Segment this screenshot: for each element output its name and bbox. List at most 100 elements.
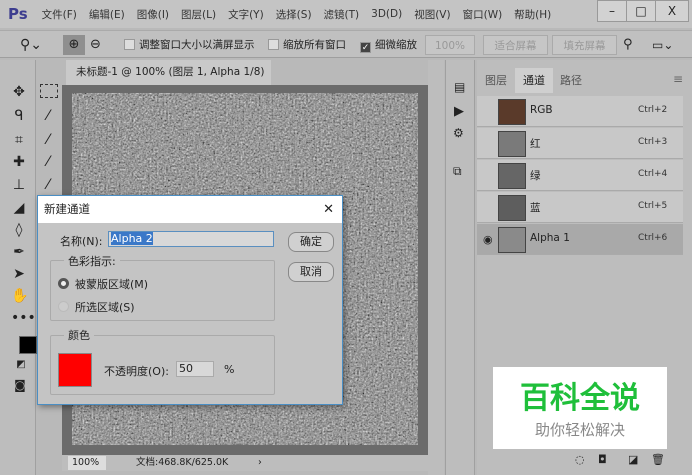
- move-tool-icon[interactable]: ✥: [11, 84, 27, 100]
- channel-row[interactable]: 红 Ctrl+3: [477, 128, 683, 159]
- zoom-100-button[interactable]: 100%: [425, 35, 475, 55]
- foreground-color-swatch[interactable]: [19, 336, 37, 354]
- visibility-toggle[interactable]: [483, 201, 495, 213]
- channel-row[interactable]: RGB Ctrl+2: [477, 96, 683, 127]
- channel-shortcut: Ctrl+6: [638, 233, 668, 243]
- delete-channel-icon[interactable]: 🗑: [651, 453, 665, 466]
- selected-areas-label: 所选区域(S): [75, 301, 135, 314]
- menu-image[interactable]: 图像(I): [137, 7, 169, 22]
- menu-window[interactable]: 窗口(W): [463, 7, 503, 22]
- channel-name: 绿: [530, 170, 541, 182]
- scrubby-zoom-checkbox[interactable]: ✓ 细微缩放: [360, 35, 417, 55]
- channel-shortcut: Ctrl+3: [638, 137, 668, 147]
- opacity-input[interactable]: 50: [176, 361, 214, 377]
- tools-panel: ✥ ᑫ ⌗ ✚ ⊥ ◢ ◊ ✒ ➤ ✋ ••• ◩ ◙: [0, 60, 37, 475]
- status-bar: 100% 文档:468.8K/625.0K ›: [62, 455, 428, 471]
- channel-shortcut: Ctrl+2: [638, 105, 668, 115]
- zoom-out-icon[interactable]: ⊖: [90, 35, 101, 55]
- maximize-button[interactable]: □: [626, 0, 656, 22]
- watermark-title: 百科全说: [520, 381, 640, 416]
- lasso-tool-icon[interactable]: ᑫ: [11, 108, 27, 124]
- magic-wand-icon[interactable]: ⁄: [40, 108, 56, 124]
- more-tools-icon[interactable]: •••: [11, 310, 36, 326]
- name-input[interactable]: Alpha 2: [108, 231, 274, 247]
- canvas-scroll-gutter: [428, 60, 444, 475]
- healing-brush-icon[interactable]: ✚: [11, 154, 27, 170]
- path-select-icon[interactable]: ➤: [11, 266, 27, 282]
- resize-windows-checkbox[interactable]: 调整窗口大小以满屏显示: [124, 35, 255, 55]
- hand-tool-icon[interactable]: ✋: [11, 288, 28, 304]
- channel-row[interactable]: 蓝 Ctrl+5: [477, 192, 683, 223]
- tab-paths[interactable]: 路径: [552, 68, 590, 93]
- channel-row[interactable]: ◉ Alpha 1 Ctrl+6: [477, 224, 683, 255]
- pen-tool-icon[interactable]: ✒: [11, 244, 27, 260]
- channel-shortcut: Ctrl+5: [638, 201, 668, 211]
- status-arrow[interactable]: ›: [258, 455, 262, 471]
- visibility-toggle[interactable]: [483, 169, 495, 181]
- properties-icon[interactable]: ⚙: [453, 126, 464, 140]
- document-tab[interactable]: 未标题-1 @ 100% (图层 1, Alpha 1/8) * ×: [66, 60, 271, 103]
- eye-icon[interactable]: ◉: [483, 233, 495, 246]
- visibility-toggle[interactable]: [483, 105, 495, 117]
- visibility-toggle[interactable]: [483, 137, 495, 149]
- crop-tool-icon[interactable]: ⌗: [11, 132, 27, 148]
- dialog-close-icon[interactable]: ✕: [323, 196, 334, 223]
- fit-screen-button[interactable]: 适合屏幕: [483, 35, 548, 55]
- history-icon[interactable]: ▤: [454, 80, 465, 94]
- channel-thumbnail: [498, 99, 526, 125]
- masked-areas-radio[interactable]: 被蒙版区域(M): [58, 276, 148, 292]
- minimize-button[interactable]: –: [597, 0, 627, 22]
- menu-view[interactable]: 视图(V): [414, 7, 450, 22]
- zoom-all-checkbox[interactable]: 缩放所有窗口: [268, 35, 346, 55]
- eraser-tool-icon[interactable]: ◢: [11, 200, 27, 216]
- channel-name: 蓝: [530, 202, 541, 214]
- save-selection-icon[interactable]: ◘: [598, 453, 607, 466]
- new-channel-icon[interactable]: ◪: [628, 453, 638, 466]
- menu-edit[interactable]: 编辑(E): [89, 7, 125, 22]
- blur-tool-icon[interactable]: ◊: [11, 222, 27, 238]
- menu-layer[interactable]: 图层(L): [181, 7, 216, 22]
- color-group-label: 颜色: [64, 327, 94, 343]
- panel-menu-icon[interactable]: ≡: [673, 72, 683, 86]
- menu-select[interactable]: 选择(S): [276, 7, 312, 22]
- zoom-tool-icon[interactable]: ⚲⌄: [20, 35, 42, 55]
- menu-bar: Ps 文件(F) 编辑(E) 图像(I) 图层(L) 文字(Y) 选择(S) 滤…: [0, 0, 692, 28]
- history-brush-icon[interactable]: ⁄: [40, 177, 56, 193]
- scrubby-zoom-label: 细微缩放: [375, 39, 417, 51]
- percent-sign: %: [224, 363, 235, 376]
- menu-file[interactable]: 文件(F): [42, 7, 77, 22]
- workspace-icon[interactable]: ▭⌄: [652, 35, 673, 55]
- stamp-tool-icon[interactable]: ⊥: [11, 177, 27, 193]
- search-icon[interactable]: ⚲: [623, 35, 633, 55]
- load-selection-icon[interactable]: ◌: [575, 453, 585, 466]
- marquee-tool-icon[interactable]: [40, 84, 58, 98]
- eyedropper-icon[interactable]: ⁄: [40, 132, 56, 148]
- new-channel-dialog: 新建通道 ✕ 名称(N): Alpha 2 确定 取消 色彩指示: 被蒙版区域(…: [37, 195, 343, 405]
- zoom-in-icon[interactable]: ⊕: [63, 35, 85, 55]
- color-swatch[interactable]: [58, 353, 92, 387]
- menu-help[interactable]: 帮助(H): [514, 7, 551, 22]
- menu-filter[interactable]: 滤镜(T): [324, 7, 360, 22]
- channel-row[interactable]: 绿 Ctrl+4: [477, 160, 683, 191]
- cancel-button[interactable]: 取消: [288, 262, 334, 282]
- actions-play-icon[interactable]: ▶: [454, 104, 464, 119]
- opacity-label: 不透明度(O):: [104, 365, 169, 378]
- channel-name: 红: [530, 138, 541, 150]
- channel-thumbnail: [498, 227, 526, 253]
- dialog-title: 新建通道: [44, 202, 90, 216]
- menu-3d[interactable]: 3D(D): [371, 8, 402, 20]
- fill-screen-button[interactable]: 填充屏幕: [552, 35, 617, 55]
- selected-areas-radio[interactable]: 所选区域(S): [58, 299, 135, 315]
- quick-mask-icon[interactable]: ◙: [12, 378, 28, 392]
- menu-type[interactable]: 文字(Y): [228, 7, 264, 22]
- watermark: 百科全说 助你轻松解决: [493, 367, 667, 449]
- close-window-button[interactable]: X: [655, 0, 689, 22]
- brush-tool-icon[interactable]: ⁄: [40, 154, 56, 170]
- tab-channels[interactable]: 通道: [515, 68, 553, 93]
- swap-colors-icon[interactable]: ◩: [13, 359, 29, 370]
- clone-source-icon[interactable]: ⧉: [453, 164, 462, 179]
- tab-layers[interactable]: 图层: [477, 68, 515, 93]
- name-label: 名称(N):: [60, 235, 103, 248]
- ok-button[interactable]: 确定: [288, 232, 334, 252]
- zoom-level-field[interactable]: 100%: [68, 456, 106, 470]
